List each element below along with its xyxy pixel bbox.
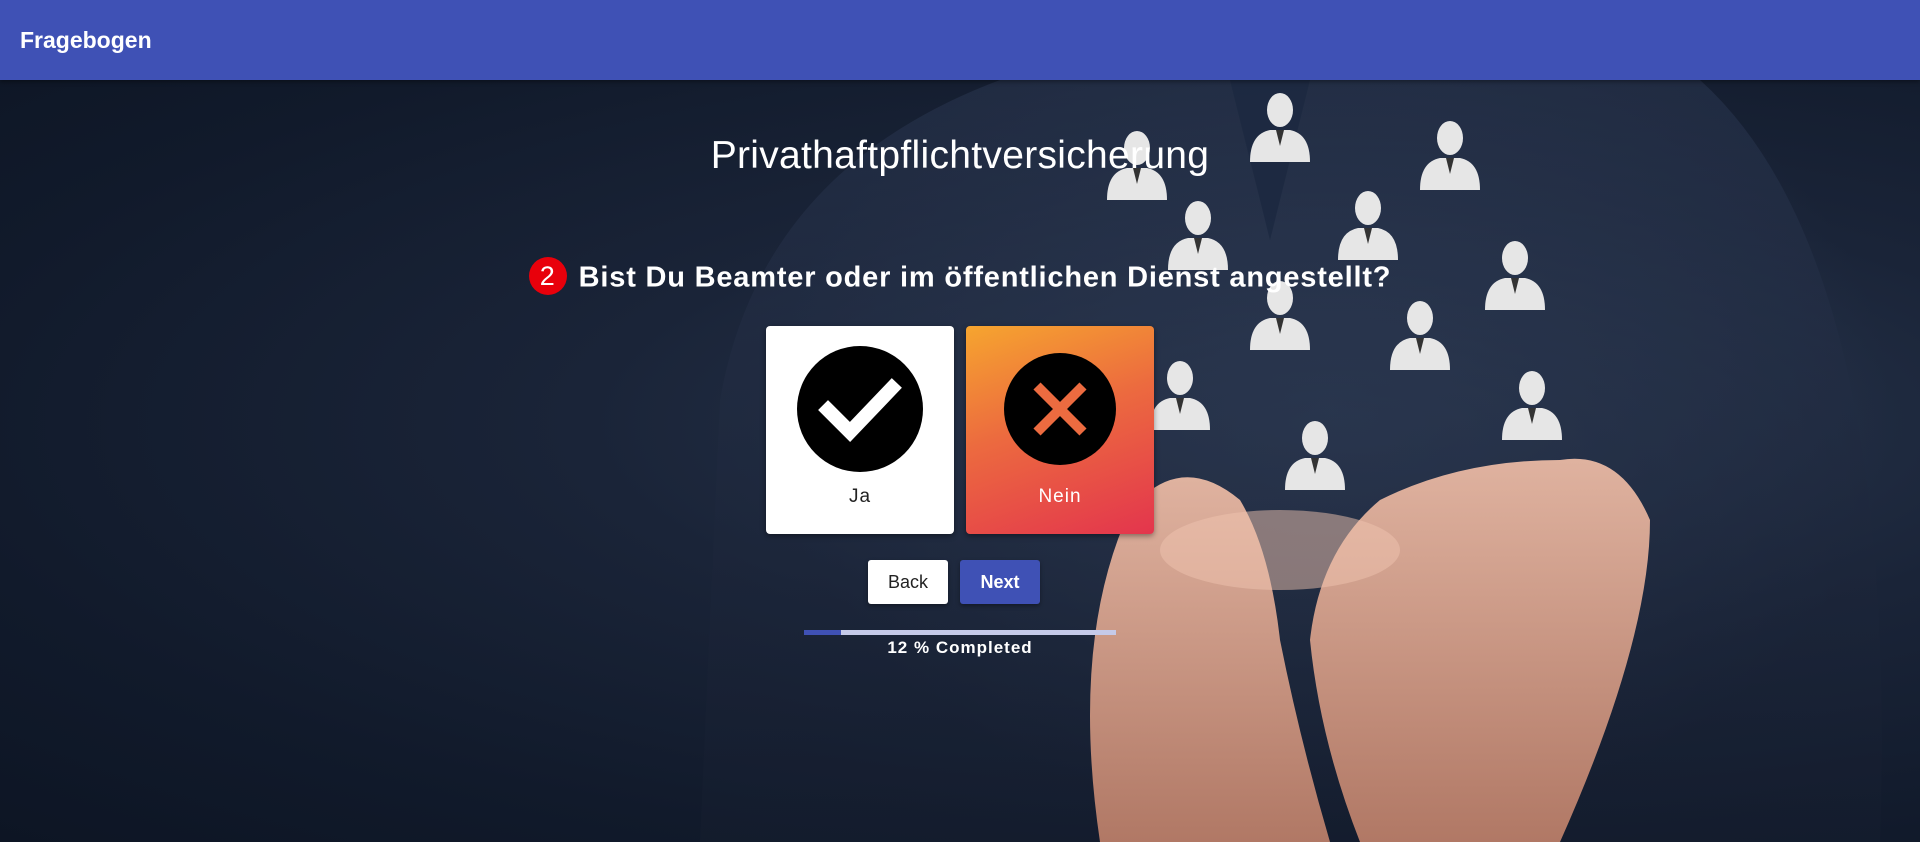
page-title: Privathaftpflichtversicherung [710, 134, 1210, 178]
background-image [700, 80, 1890, 842]
back-button[interactable]: Back [868, 560, 948, 604]
app-bar: Fragebogen [0, 0, 1920, 80]
next-button[interactable]: Next [960, 560, 1040, 604]
app-title: Fragebogen [20, 27, 152, 53]
check-circle-icon [797, 346, 923, 472]
question-text: Bist Du Beamter oder im öffentlichen Die… [578, 261, 1392, 294]
option-yes-card[interactable]: Ja [766, 326, 954, 534]
question-heading: 2 Bist Du Beamter oder im öffentlichen Di… [0, 257, 1920, 298]
progress-label: 12 % Completed [887, 638, 1033, 657]
question-number-badge: 2 [528, 257, 567, 295]
option-no-card[interactable]: Nein [966, 326, 1154, 534]
questionnaire-section: Privathaftpflichtversicherung 2 Bist Du B… [0, 80, 1920, 842]
progress-bar-fill [804, 630, 842, 635]
x-circle-icon [1004, 353, 1116, 465]
option-no-label: Nein [1038, 486, 1082, 507]
progress-bar [804, 630, 1116, 635]
option-yes-label: Ja [848, 486, 872, 507]
